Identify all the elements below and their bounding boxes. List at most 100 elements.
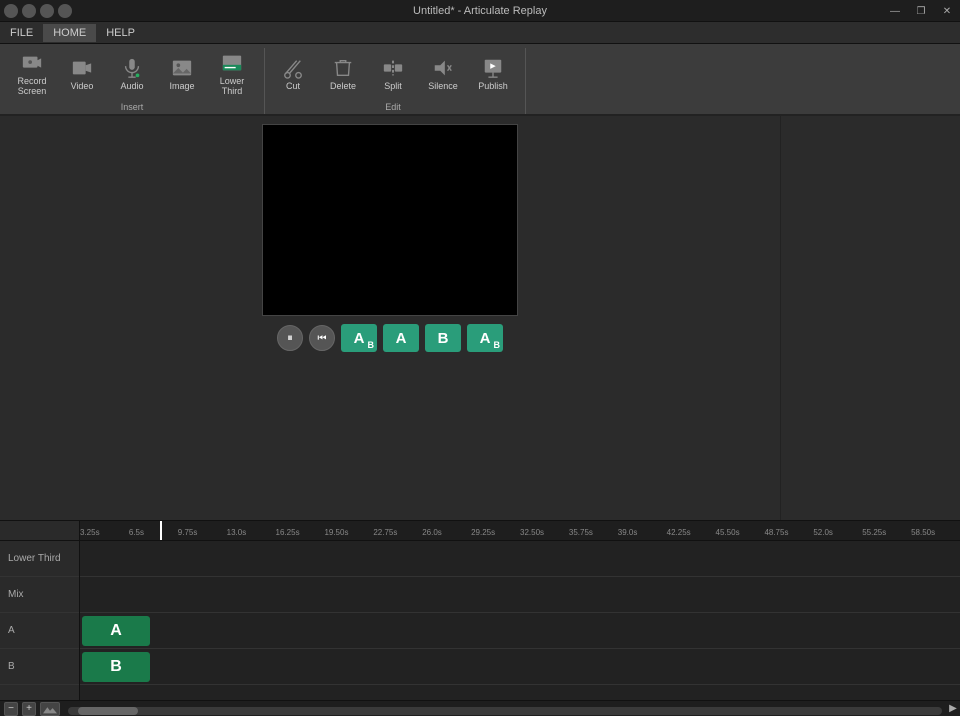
timeline-ruler[interactable]: 3.25s6.5s9.75s13.0s16.25s19.50s22.75s26.… bbox=[80, 521, 960, 540]
time-mark-11: 39.0s bbox=[618, 528, 638, 537]
cut-icon bbox=[281, 56, 305, 80]
delete-icon bbox=[331, 56, 355, 80]
timeline-ruler-bar: 3.25s6.5s9.75s13.0s16.25s19.50s22.75s26.… bbox=[0, 520, 960, 540]
menu-home[interactable]: HOME bbox=[43, 24, 96, 42]
time-mark-3: 13.0s bbox=[227, 528, 247, 537]
caption-b-letter: B bbox=[438, 330, 449, 347]
audio-icon bbox=[120, 56, 144, 80]
caption-ab-button-1[interactable]: A B bbox=[341, 324, 377, 352]
lower-third-track-row bbox=[80, 541, 960, 577]
pause-button[interactable]: ⏸ bbox=[277, 325, 303, 351]
record-screen-label: Record Screen bbox=[10, 77, 54, 97]
insert-group-label: Insert bbox=[8, 102, 256, 112]
video-label: Video bbox=[71, 82, 94, 92]
ribbon-edit-items: Cut Delete bbox=[269, 48, 517, 100]
zoom-in-button[interactable]: + bbox=[22, 702, 36, 716]
window-controls[interactable]: — ❐ ✕ bbox=[882, 0, 960, 22]
zoom-out-button[interactable]: − bbox=[4, 702, 18, 716]
track-labels: Lower Third Mix A B bbox=[0, 541, 80, 700]
timeline-scrollbar-thumb[interactable] bbox=[78, 707, 138, 715]
caption-b-button[interactable]: B bbox=[425, 324, 461, 352]
preview-canvas[interactable] bbox=[262, 124, 518, 316]
video-icon bbox=[70, 56, 94, 80]
track-label-lower-third: Lower Third bbox=[0, 541, 79, 577]
timeline-scrollbar-track[interactable] bbox=[68, 707, 942, 715]
rewind-button[interactable]: ⏮ bbox=[309, 325, 335, 351]
time-mark-10: 35.75s bbox=[569, 528, 593, 537]
playhead[interactable] bbox=[160, 521, 162, 540]
caption-a-button[interactable]: A bbox=[383, 324, 419, 352]
restore-button[interactable]: ❐ bbox=[908, 0, 934, 22]
cut-label: Cut bbox=[286, 82, 300, 92]
image-icon bbox=[170, 56, 194, 80]
record-screen-icon bbox=[20, 51, 44, 75]
title-bar: Untitled* - Articulate Replay — ❐ ✕ bbox=[0, 0, 960, 22]
delete-label: Delete bbox=[330, 82, 356, 92]
audio-button[interactable]: Audio bbox=[108, 49, 156, 99]
caption-b-sub-2: B bbox=[494, 340, 501, 350]
track-b-block[interactable]: B bbox=[82, 652, 150, 682]
record-screen-button[interactable]: Record Screen bbox=[8, 49, 56, 99]
split-button[interactable]: Split bbox=[369, 49, 417, 99]
close-button[interactable]: ✕ bbox=[934, 0, 960, 22]
ribbon-edit-group: Cut Delete bbox=[265, 48, 526, 114]
time-mark-9: 32.50s bbox=[520, 528, 544, 537]
publish-icon bbox=[481, 56, 505, 80]
caption-a-letter-3: A bbox=[480, 330, 491, 347]
publish-button[interactable]: Publish bbox=[469, 49, 517, 99]
track-a-letter: A bbox=[110, 622, 122, 640]
lower-third-button[interactable]: Lower Third bbox=[208, 49, 256, 99]
window-icon bbox=[4, 4, 18, 18]
delete-button[interactable]: Delete bbox=[319, 49, 367, 99]
menu-help[interactable]: HELP bbox=[96, 24, 145, 42]
caption-ab-button-2[interactable]: A B bbox=[467, 324, 503, 352]
track-label-mix: Mix bbox=[0, 577, 79, 613]
caption-a-letter: A bbox=[354, 330, 365, 347]
window-icon3 bbox=[40, 4, 54, 18]
silence-button[interactable]: Silence bbox=[419, 49, 467, 99]
track-label-a: A bbox=[0, 613, 79, 649]
window-buttons bbox=[4, 0, 72, 22]
image-button[interactable]: Image bbox=[158, 49, 206, 99]
time-mark-5: 19.50s bbox=[324, 528, 348, 537]
time-mark-16: 55.25s bbox=[862, 528, 886, 537]
minimize-button[interactable]: — bbox=[882, 0, 908, 22]
time-mark-6: 22.75s bbox=[373, 528, 397, 537]
caption-a-letter-2: A bbox=[396, 330, 407, 347]
ribbon-insert-group: Record Screen Video bbox=[4, 48, 265, 114]
zoom-controls: − + bbox=[0, 702, 64, 716]
silence-label: Silence bbox=[428, 82, 458, 92]
menu-bar: FILE HOME HELP bbox=[0, 22, 960, 44]
window-icon4 bbox=[58, 4, 72, 18]
video-button[interactable]: Video bbox=[58, 49, 106, 99]
window-icon2 bbox=[22, 4, 36, 18]
zoom-mountain-button[interactable] bbox=[40, 702, 60, 716]
track-content[interactable]: A B bbox=[80, 541, 960, 700]
time-mark-15: 52.0s bbox=[813, 528, 833, 537]
publish-label: Publish bbox=[478, 82, 508, 92]
track-label-b: B bbox=[0, 649, 79, 685]
rewind-icon: ⏮ bbox=[318, 333, 327, 344]
track-a-block[interactable]: A bbox=[82, 616, 150, 646]
time-mark-12: 42.25s bbox=[667, 528, 691, 537]
split-icon bbox=[381, 56, 405, 80]
time-mark-0: 3.25s bbox=[80, 528, 100, 537]
timeline-scrollbar[interactable]: − + ▶ bbox=[0, 700, 960, 716]
track-b-letter: B bbox=[110, 658, 122, 676]
time-mark-4: 16.25s bbox=[276, 528, 300, 537]
time-mark-2: 9.75s bbox=[178, 528, 198, 537]
cut-button[interactable]: Cut bbox=[269, 49, 317, 99]
bottom-section: Lower Third Mix A B A B bbox=[0, 540, 960, 700]
ribbon: Record Screen Video bbox=[0, 44, 960, 116]
image-label: Image bbox=[169, 82, 194, 92]
track-b-row: B bbox=[80, 649, 960, 685]
right-panel bbox=[780, 116, 960, 520]
caption-b-sub: B bbox=[368, 340, 375, 350]
playback-controls: ⏸ ⏮ A B A B A B bbox=[277, 324, 503, 352]
window-title: Untitled* - Articulate Replay bbox=[413, 5, 547, 17]
track-a-row: A bbox=[80, 613, 960, 649]
audio-label: Audio bbox=[120, 82, 143, 92]
menu-file[interactable]: FILE bbox=[0, 24, 43, 42]
timeline-scroll-right[interactable]: ▶ bbox=[946, 702, 960, 716]
silence-icon bbox=[431, 56, 455, 80]
